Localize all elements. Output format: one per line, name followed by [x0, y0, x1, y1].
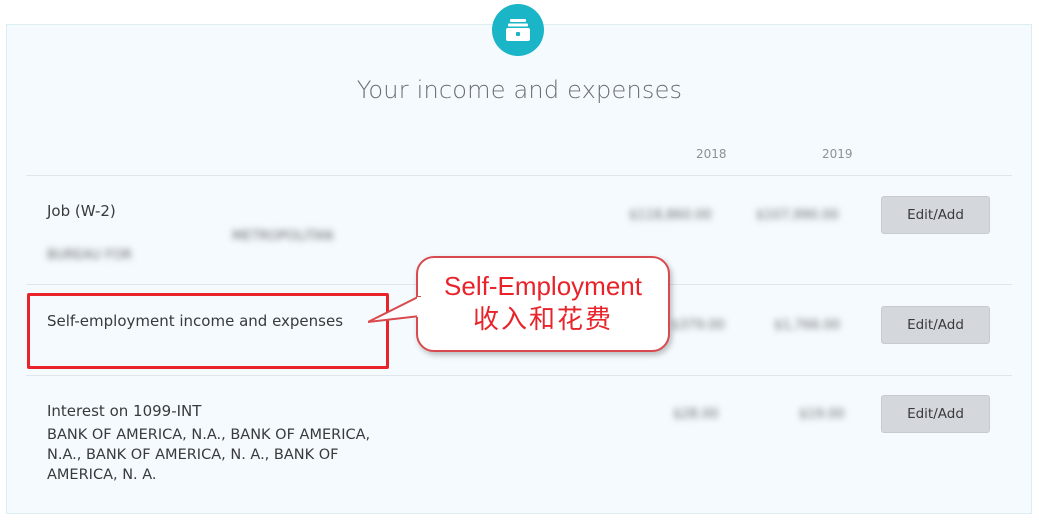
- blurred-employer-detail: BUREAU FOR: [47, 248, 132, 263]
- callout-annotation: Self-Employment 收入和花费: [416, 256, 670, 352]
- amount-2018: $28.00: [673, 407, 719, 422]
- column-header-2018: 2018: [696, 147, 727, 161]
- callout-line-1: Self-Employment: [444, 271, 642, 301]
- highlight-box: [27, 293, 389, 369]
- row-title-interest-1099-int: Interest on 1099-INT: [47, 402, 202, 420]
- page-title: Your income and expenses: [356, 76, 683, 104]
- row-detail-banks: BANK OF AMERICA, N.A., BANK OF AMERICA, …: [47, 427, 371, 483]
- cash-drawer-icon: [492, 4, 544, 56]
- edit-add-button-self-employment[interactable]: Edit/Add: [881, 306, 990, 344]
- amount-2019: $1,766.00: [774, 318, 841, 333]
- amount-2018: $379.00: [671, 318, 725, 333]
- edit-add-button-job-w2[interactable]: Edit/Add: [881, 196, 990, 234]
- amount-2018: $118,860.00: [629, 208, 712, 223]
- divider: [26, 175, 1012, 176]
- column-header-2019: 2019: [822, 147, 853, 161]
- row-title-job-w2: Job (W-2): [47, 202, 116, 220]
- divider: [26, 375, 1012, 376]
- callout-tail: [368, 296, 422, 323]
- amount-2019: $19.00: [799, 407, 845, 422]
- amount-2019: $107,990.00: [756, 208, 839, 223]
- callout-line-2: 收入和花费: [472, 305, 613, 335]
- edit-add-button-interest[interactable]: Edit/Add: [881, 395, 990, 433]
- blurred-employer-name: METROPOLITAN: [232, 229, 334, 244]
